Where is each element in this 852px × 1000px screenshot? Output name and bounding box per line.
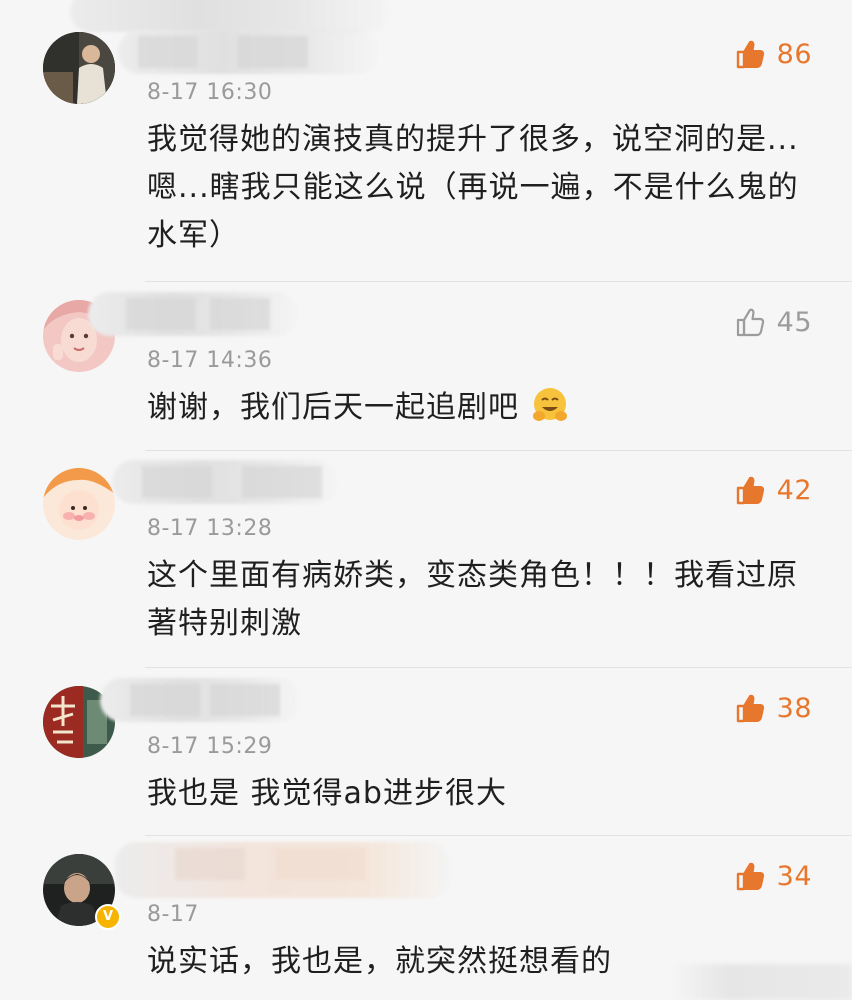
verified-badge-icon: V (95, 904, 121, 930)
comment-text: 这个里面有病娇类，变态类角色！！！我看过原著特别刺激 (147, 558, 798, 641)
like-count: 38 (776, 692, 812, 724)
divider (145, 450, 852, 451)
like-count: 86 (776, 38, 812, 70)
like-count: 34 (776, 860, 812, 892)
divider (145, 667, 852, 668)
top-username-blurred (70, 0, 390, 32)
username-blurred (88, 292, 298, 336)
thumbs-up-icon (736, 694, 764, 723)
comment-text: 我也是 我觉得ab进步很大 (147, 776, 507, 811)
like-button[interactable]: 45 (735, 306, 812, 338)
thumbs-up-icon (736, 476, 764, 505)
thumbs-up-icon (736, 862, 764, 891)
like-button[interactable]: 34 (735, 860, 812, 892)
divider (145, 281, 852, 282)
like-button[interactable]: 42 (735, 474, 812, 506)
comment-time: 8-17 (147, 902, 199, 927)
thumbs-up-icon (736, 40, 764, 69)
like-count: 45 (776, 306, 812, 338)
comment-time: 8-17 14:36 (147, 348, 273, 373)
username-blurred (100, 678, 300, 722)
avatar[interactable] (43, 32, 115, 104)
username-blurred (118, 30, 378, 74)
corner-blurred-area (672, 964, 852, 1000)
username-blurred (112, 460, 337, 504)
comment-time: 8-17 15:29 (147, 734, 273, 759)
comment-text-content: 谢谢，我们后天一起追剧吧 (147, 390, 519, 425)
hugging-face-emoji-icon (530, 386, 570, 426)
username-blurred (115, 842, 450, 898)
divider (145, 835, 852, 836)
like-button[interactable]: 86 (735, 38, 812, 70)
thumbs-up-icon (736, 308, 764, 337)
comment-text: 我觉得她的演技真的提升了很多，说空洞的是...嗯...瞎我只能这么说（再说一遍，… (147, 122, 799, 253)
like-button[interactable]: 38 (735, 692, 812, 724)
comment-time: 8-17 16:30 (147, 80, 273, 105)
avatar[interactable] (43, 468, 115, 540)
comment-text: 谢谢，我们后天一起追剧吧 (147, 384, 812, 432)
like-count: 42 (776, 474, 812, 506)
comment-time: 8-17 13:28 (147, 516, 273, 541)
